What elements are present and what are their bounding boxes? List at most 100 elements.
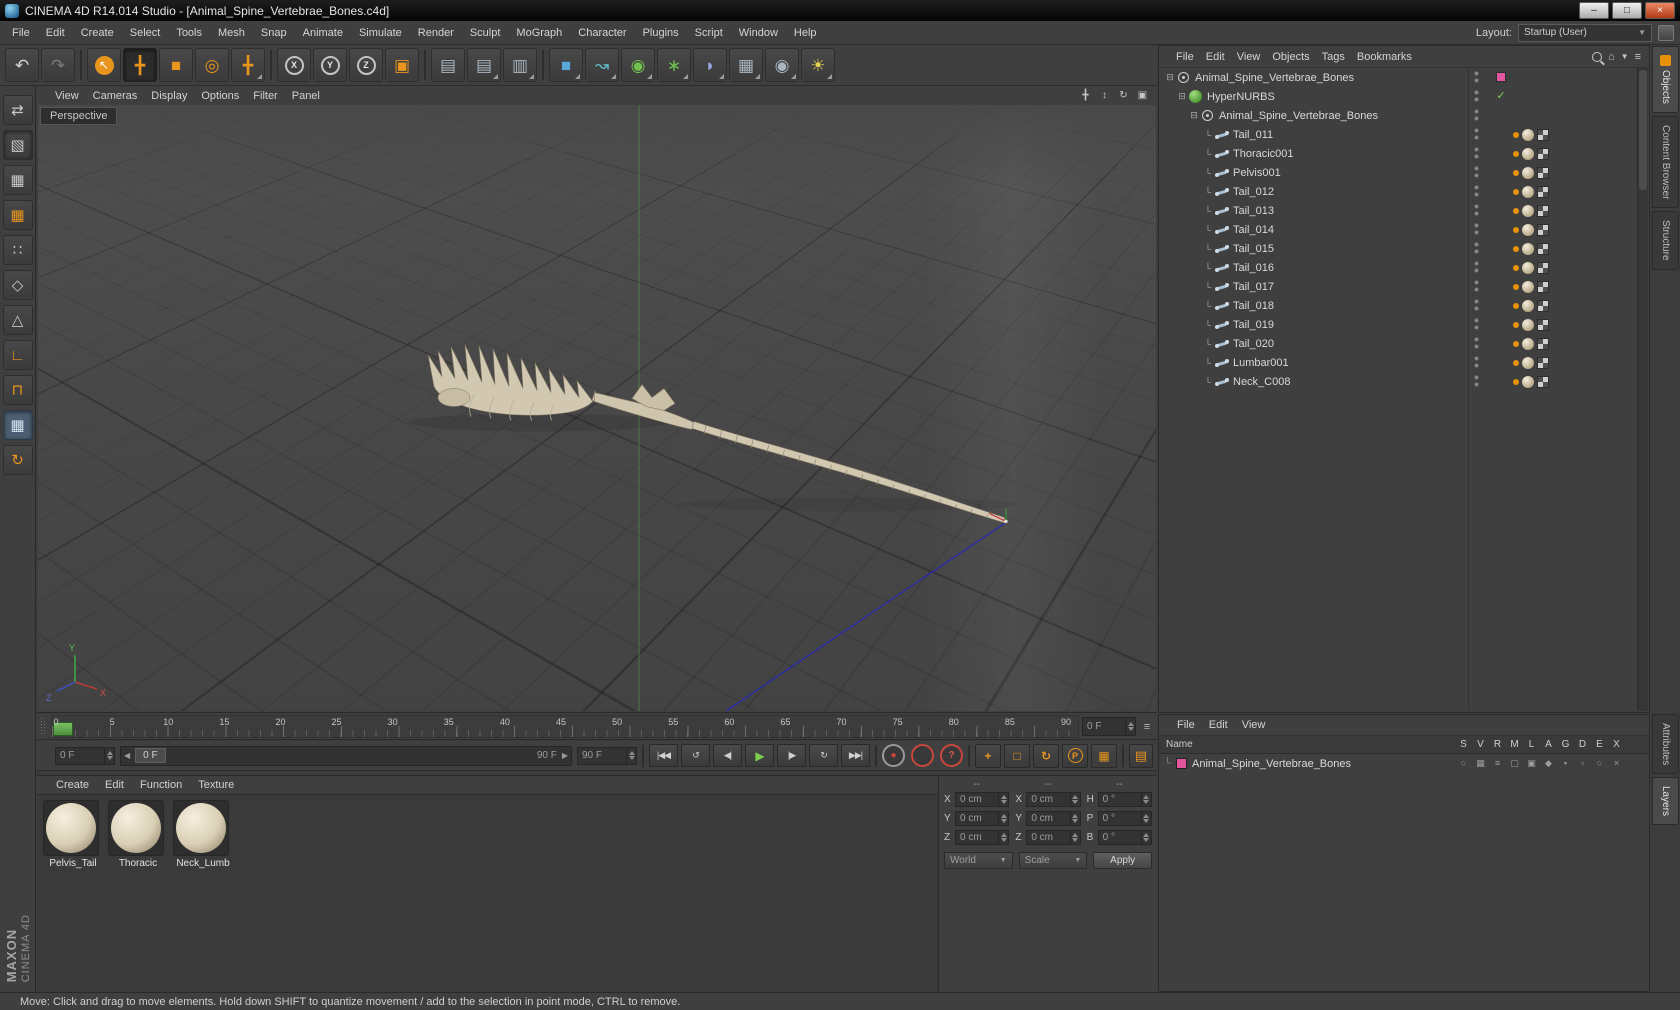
visibility-toggles[interactable]: [1474, 337, 1479, 349]
selection-dot-icon[interactable]: [1513, 321, 1519, 328]
layer-toggle-icon[interactable]: ▣: [1523, 758, 1540, 769]
separator[interactable]: [80, 50, 82, 80]
render-view-button[interactable]: ▤: [431, 48, 465, 82]
power-slider[interactable]: ◀ 0 F 90 F ▶: [120, 745, 572, 766]
uvw-tag-icon[interactable]: [1537, 147, 1549, 160]
selection-dot-icon[interactable]: [1513, 131, 1519, 138]
tree-item[interactable]: └ Tail_018: [1159, 296, 1638, 315]
selection-dot-icon[interactable]: [1513, 340, 1519, 347]
visibility-toggles[interactable]: [1474, 261, 1479, 273]
layout-dropdown[interactable]: Startup (User) ▼: [1518, 23, 1652, 42]
separator[interactable]: [270, 50, 272, 80]
spline-pen-button[interactable]: ↝: [585, 48, 619, 82]
layer-toggle-icon[interactable]: ▪: [1557, 758, 1574, 769]
uvw-tag-icon[interactable]: [1537, 280, 1549, 293]
visibility-toggles[interactable]: [1474, 242, 1479, 254]
menu-item[interactable]: Window: [731, 23, 786, 43]
stepper[interactable]: [998, 793, 1008, 806]
viewport-menu-item[interactable]: Options: [194, 87, 246, 105]
visibility-toggles[interactable]: [1474, 109, 1479, 121]
selection-dot-icon[interactable]: [1513, 150, 1519, 157]
menu-item[interactable]: Animate: [295, 23, 351, 43]
selection-dot-icon[interactable]: [1513, 188, 1519, 195]
next-frame-button[interactable]: |▶: [777, 744, 806, 767]
layer-toggle-icon[interactable]: ▦: [1472, 758, 1489, 769]
stepper[interactable]: [998, 831, 1008, 844]
uvw-tag-icon[interactable]: [1537, 166, 1549, 179]
coordinate-field[interactable]: 0 °: [1097, 830, 1152, 845]
prev-frame-button[interactable]: ◀|: [713, 744, 742, 767]
tree-item[interactable]: ⊟ Animal_Spine_Vertebrae_Bones: [1159, 106, 1638, 125]
tree-item[interactable]: └ Tail_019: [1159, 315, 1638, 334]
object-manager-menu-item[interactable]: Edit: [1200, 48, 1231, 66]
separator[interactable]: [542, 50, 544, 80]
visibility-toggles[interactable]: [1474, 90, 1479, 102]
menu-item[interactable]: Script: [687, 23, 731, 43]
material-tag-icon[interactable]: [1522, 204, 1534, 217]
expander-icon[interactable]: └: [1202, 187, 1214, 197]
panel-grip[interactable]: [40, 717, 47, 736]
viewport-menu-item[interactable]: Cameras: [86, 87, 145, 105]
object-manager-menu-item[interactable]: View: [1231, 48, 1267, 66]
coordinate-field[interactable]: 0 cm: [1026, 792, 1081, 807]
visibility-toggles[interactable]: [1474, 318, 1479, 330]
tree-item[interactable]: └ Tail_015: [1159, 239, 1638, 258]
lock-x-button[interactable]: X: [277, 48, 311, 82]
stepper[interactable]: [1069, 831, 1080, 844]
material-item[interactable]: Pelvis_Tail: [43, 800, 103, 869]
tree-item[interactable]: └ Thoracic001: [1159, 144, 1638, 163]
uvw-tag-icon[interactable]: [1537, 261, 1549, 274]
goto-start-button[interactable]: |◀◀: [649, 744, 678, 767]
menu-item[interactable]: MoGraph: [508, 23, 570, 43]
material-tag-icon[interactable]: [1522, 223, 1534, 236]
last-used-tool[interactable]: ╋: [231, 48, 265, 82]
layer-menu-item[interactable]: File: [1170, 716, 1202, 734]
object-manager-menu-item[interactable]: File: [1170, 48, 1200, 66]
scrollbar-thumb[interactable]: [1639, 70, 1647, 190]
uvw-tag-icon[interactable]: [1537, 204, 1549, 217]
viewport-3d-canvas[interactable]: Y X Z Perspective: [38, 105, 1156, 711]
expander-icon[interactable]: ⊟: [1188, 110, 1200, 121]
layer-toggle-icon[interactable]: ×: [1608, 758, 1625, 769]
material-tag-icon[interactable]: [1522, 185, 1534, 198]
layer-menu-item[interactable]: Edit: [1202, 716, 1235, 734]
layer-color-chip[interactable]: [1176, 758, 1187, 769]
layer-toggle-icon[interactable]: ▫: [1574, 758, 1591, 769]
visibility-toggles[interactable]: [1474, 375, 1479, 387]
live-selection-tool[interactable]: ↖: [87, 48, 121, 82]
rotation-header[interactable]: --: [1087, 779, 1152, 792]
modeling-objects-button[interactable]: ∗: [657, 48, 691, 82]
material-preview-sphere[interactable]: [108, 800, 164, 856]
scene-objects-button[interactable]: ▦: [729, 48, 763, 82]
uvw-tag-icon[interactable]: [1537, 242, 1549, 255]
pan-view-icon[interactable]: ╋: [1077, 89, 1094, 103]
uvw-tag-icon[interactable]: [1537, 337, 1549, 350]
key-position-button[interactable]: +: [975, 743, 1001, 768]
layer-toggle-icon[interactable]: ≡: [1489, 758, 1506, 769]
visibility-toggles[interactable]: [1474, 223, 1479, 235]
add-cube-button[interactable]: ■: [549, 48, 583, 82]
frame-number-field[interactable]: 0 F: [1082, 717, 1136, 736]
stepper[interactable]: [1069, 812, 1080, 825]
state-tag-icon[interactable]: [1493, 68, 1509, 87]
texture-mode-button[interactable]: ▦: [2, 165, 33, 195]
minimize-button[interactable]: –: [1579, 2, 1609, 19]
expander-icon[interactable]: └: [1202, 244, 1214, 254]
tree-item[interactable]: └ Tail_012: [1159, 182, 1638, 201]
expander-icon[interactable]: ⊟: [1164, 72, 1176, 83]
scrollbar[interactable]: [1637, 68, 1648, 711]
stepper[interactable]: [1069, 793, 1080, 806]
stepper[interactable]: [1140, 831, 1151, 844]
dolly-view-icon[interactable]: ↕: [1096, 89, 1113, 103]
viewport-menu-item[interactable]: View: [48, 87, 86, 105]
selection-dot-icon[interactable]: [1513, 283, 1519, 290]
coordinate-field[interactable]: 0 cm: [1026, 830, 1081, 845]
tree-item[interactable]: └ Tail_017: [1159, 277, 1638, 296]
scale-tool[interactable]: ■: [159, 48, 193, 82]
visibility-toggles[interactable]: [1474, 185, 1479, 197]
tree-item[interactable]: └ Tail_013: [1159, 201, 1638, 220]
selection-dot-icon[interactable]: [1513, 169, 1519, 176]
deformer-objects-button[interactable]: ◗: [693, 48, 727, 82]
key-parameter-button[interactable]: P: [1062, 743, 1088, 768]
tree-item[interactable]: └ Tail_020: [1159, 334, 1638, 353]
